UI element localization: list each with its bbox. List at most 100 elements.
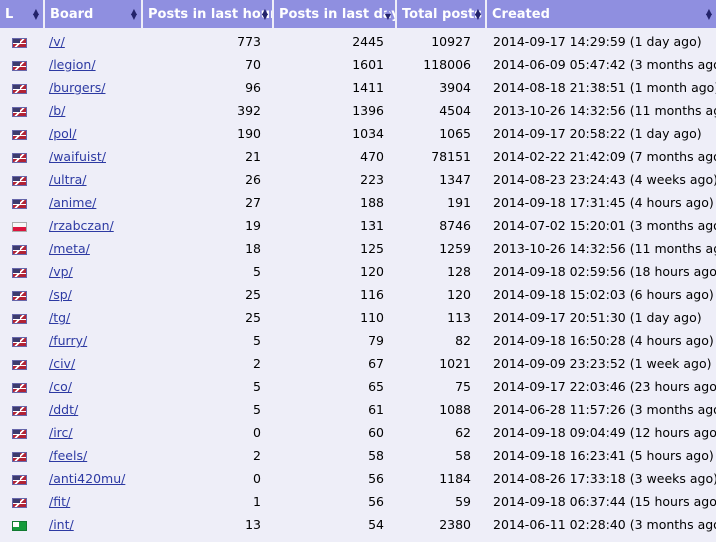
posts-day-cell: 1411	[352, 80, 384, 95]
board-cell: /co/	[45, 375, 143, 398]
posts-hour-cell: 0	[253, 425, 261, 440]
col-header-total-posts[interactable]: Total posts ▲ ▼	[397, 0, 487, 30]
total-posts-cell: 128	[447, 264, 471, 279]
col-header-posts-day[interactable]: Posts in last day ▲ ▼	[274, 0, 397, 30]
posts-hour-cell: 5	[253, 264, 261, 279]
table-row: /vp/5 120 128 2014-09-18 02:59:56 (18 hours…	[0, 260, 716, 283]
posts-day-cell: 79	[368, 333, 384, 348]
col-header-lang[interactable]: L ▲ ▼	[0, 0, 45, 30]
created-cell: 2014-07-02 15:20:01 (3 months ago)	[493, 218, 716, 233]
total-posts-cell: 82	[455, 333, 471, 348]
board-cell: /rzabczan/	[45, 214, 143, 237]
board-cell: /meta/	[45, 237, 143, 260]
total-posts-cell: 1065	[439, 126, 471, 141]
board-link[interactable]: /legion/	[49, 57, 96, 72]
flag-icon	[12, 382, 27, 393]
flag-icon	[12, 221, 27, 232]
table-row: /pol/190 1034 1065 2014-09-17 20:58:22 (1 d…	[0, 122, 716, 145]
language-cell	[0, 375, 45, 398]
created-cell: 2014-09-17 22:03:46 (23 hours ago)	[493, 379, 716, 394]
board-link[interactable]: /civ/	[49, 356, 75, 371]
language-cell	[0, 214, 45, 237]
board-link[interactable]: /waifuist/	[49, 149, 106, 164]
posts-day-cell: 1034	[352, 126, 384, 141]
board-link[interactable]: /int/	[49, 517, 74, 532]
created-cell: 2014-09-18 15:02:03 (6 hours ago)	[493, 287, 714, 302]
board-cell: /legion/	[45, 53, 143, 76]
created-cell: 2014-09-17 20:58:22 (1 day ago)	[493, 126, 702, 141]
posts-hour-cell: 25	[245, 310, 261, 325]
flag-icon	[12, 313, 27, 324]
board-link[interactable]: /furry/	[49, 333, 87, 348]
board-cell: /anime/	[45, 191, 143, 214]
posts-day-cell: 125	[360, 241, 384, 256]
board-cell: /ultra/	[45, 168, 143, 191]
table-row: /b/392 1396 4504 2013-10-26 14:32:56 (11 mo…	[0, 99, 716, 122]
created-cell: 2014-09-17 20:51:30 (1 day ago)	[493, 310, 702, 325]
table-row: /legion/70 1601 118006 2014-06-09 05:47:42 …	[0, 53, 716, 76]
created-cell: 2014-09-18 17:31:45 (4 hours ago)	[493, 195, 714, 210]
board-link[interactable]: /v/	[49, 34, 65, 49]
posts-day-cell: 110	[360, 310, 384, 325]
board-link[interactable]: /vp/	[49, 264, 73, 279]
posts-hour-cell: 25	[245, 287, 261, 302]
board-link[interactable]: /ultra/	[49, 172, 87, 187]
flag-icon	[12, 474, 27, 485]
board-link[interactable]: /co/	[49, 379, 72, 394]
board-cell: /tg/	[45, 306, 143, 329]
total-posts-cell: 1088	[439, 402, 471, 417]
board-link[interactable]: /anti420mu/	[49, 471, 125, 486]
board-link[interactable]: /burgers/	[49, 80, 105, 95]
total-posts-cell: 2380	[439, 517, 471, 532]
flag-icon	[12, 198, 27, 209]
col-header-created[interactable]: Created ▲ ▼	[487, 0, 716, 30]
board-link[interactable]: /sp/	[49, 287, 72, 302]
total-posts-cell: 75	[455, 379, 471, 394]
language-cell	[0, 352, 45, 375]
board-cell: /civ/	[45, 352, 143, 375]
language-cell	[0, 467, 45, 490]
posts-day-cell: 188	[360, 195, 384, 210]
table-row: /ultra/26 223 1347 2014-08-23 23:24:43 (4 w…	[0, 168, 716, 191]
board-cell: /feels/	[45, 444, 143, 467]
board-link[interactable]: /pol/	[49, 126, 76, 141]
posts-hour-cell: 21	[245, 149, 261, 164]
board-link[interactable]: /b/	[49, 103, 65, 118]
language-cell	[0, 306, 45, 329]
posts-day-cell: 60	[368, 425, 384, 440]
posts-hour-cell: 773	[237, 34, 261, 49]
board-link[interactable]: /fit/	[49, 494, 70, 509]
language-cell	[0, 53, 45, 76]
col-header-board[interactable]: Board ▲ ▼	[45, 0, 143, 30]
posts-hour-cell: 27	[245, 195, 261, 210]
board-link[interactable]: /ddt/	[49, 402, 78, 417]
board-link[interactable]: /rzabczan/	[49, 218, 114, 233]
board-link[interactable]: /feels/	[49, 448, 87, 463]
board-link[interactable]: /meta/	[49, 241, 90, 256]
board-cell: /sp/	[45, 283, 143, 306]
posts-day-cell: 67	[368, 356, 384, 371]
posts-hour-cell: 5	[253, 379, 261, 394]
posts-hour-cell: 5	[253, 333, 261, 348]
posts-hour-cell: 18	[245, 241, 261, 256]
table-row: /burgers/96 1411 3904 2014-08-18 21:38:51 (…	[0, 76, 716, 99]
posts-day-cell: 223	[360, 172, 384, 187]
language-cell	[0, 398, 45, 421]
board-link[interactable]: /anime/	[49, 195, 96, 210]
board-link[interactable]: /irc/	[49, 425, 73, 440]
board-cell: /ddt/	[45, 398, 143, 421]
created-cell: 2014-06-28 11:57:26 (3 months ago)	[493, 402, 716, 417]
flag-icon	[12, 428, 27, 439]
language-cell	[0, 191, 45, 214]
created-cell: 2014-09-18 02:59:56 (18 hours ago)	[493, 264, 716, 279]
flag-icon	[12, 405, 27, 416]
table-row: /rzabczan/19 131 8746 2014-07-02 15:20:01 (…	[0, 214, 716, 237]
board-link[interactable]: /tg/	[49, 310, 70, 325]
total-posts-cell: 113	[447, 310, 471, 325]
flag-icon	[12, 359, 27, 370]
posts-day-cell: 116	[360, 287, 384, 302]
posts-hour-cell: 1	[253, 494, 261, 509]
col-header-posts-hour[interactable]: Posts in last hour ▲ ▼	[143, 0, 274, 30]
flag-icon	[12, 152, 27, 163]
created-cell: 2014-08-26 17:33:18 (3 weeks ago)	[493, 471, 716, 486]
